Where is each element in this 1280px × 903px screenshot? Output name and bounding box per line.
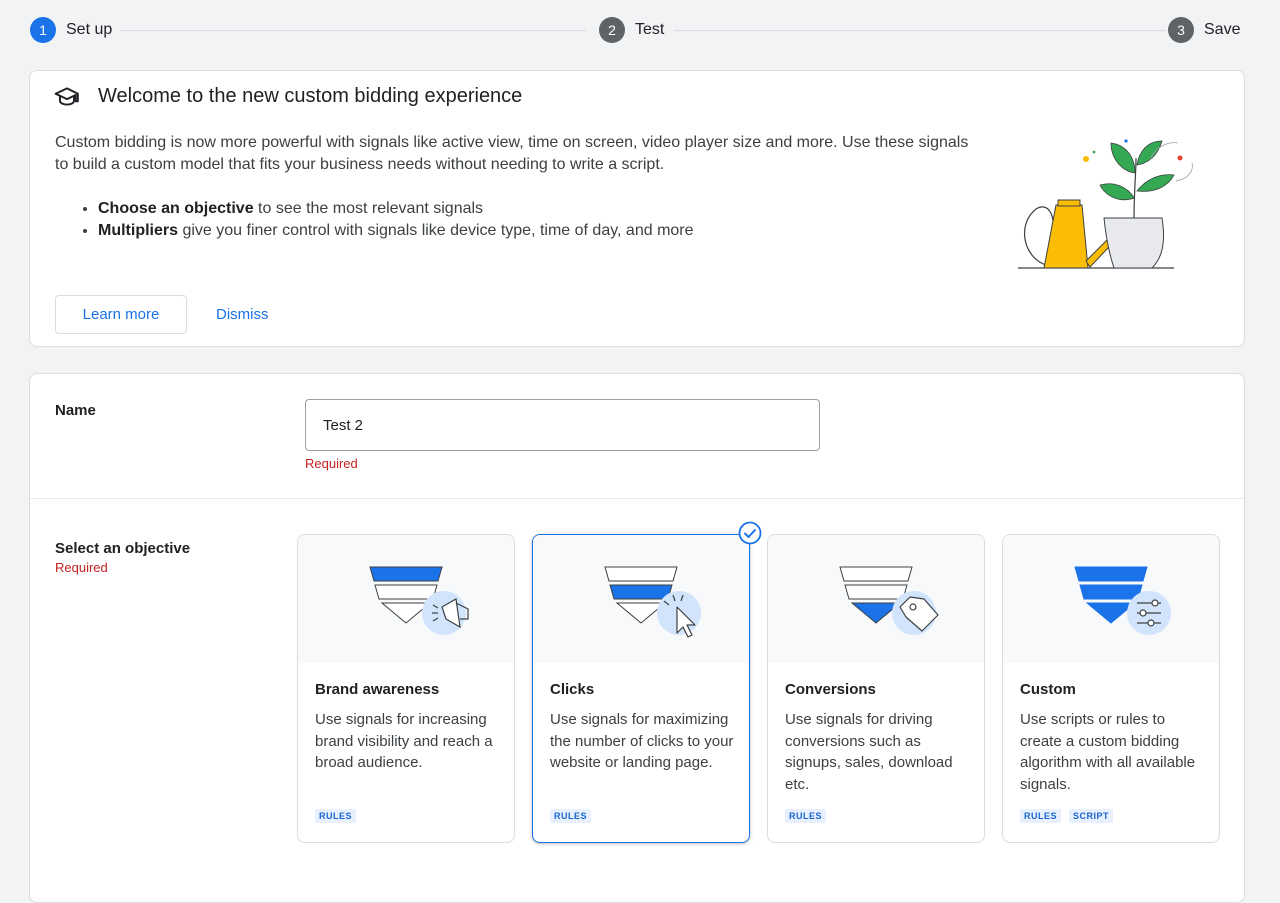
objective-chips: RULES (550, 809, 592, 823)
step-setup[interactable]: 1 Set up (30, 16, 112, 44)
welcome-description: Custom bidding is now more powerful with… (55, 134, 969, 173)
step-label: Set up (66, 21, 113, 38)
step-test[interactable]: 2 Test (599, 16, 664, 44)
objective-description: Use scripts or rules to create a custom … (1020, 711, 1196, 793)
price-tag-icon (839, 566, 939, 635)
graduation-cap-icon (54, 87, 79, 106)
objective-label: Select an objective (55, 540, 191, 557)
step-label: Test (635, 21, 665, 38)
megaphone-icon (369, 566, 469, 635)
form-card: Name Test 2 Required Select an objective… (29, 373, 1245, 903)
rules-chip: RULES (550, 809, 592, 823)
objective-required-text: Required (55, 560, 108, 575)
cursor-click-icon (604, 566, 701, 638)
objective-chips: RULES (785, 809, 827, 823)
step-number: 2 (599, 17, 625, 43)
dismiss-button[interactable]: Dismiss (206, 295, 279, 334)
rules-chip: RULES (1020, 809, 1062, 823)
name-input[interactable]: Test 2 (305, 399, 820, 451)
objective-description: Use signals for maximizing the number of… (550, 711, 734, 771)
sliders-icon (1074, 566, 1171, 635)
objective-chips: RULES (315, 809, 357, 823)
welcome-bullets: Choose an objective to see the most rele… (55, 198, 694, 241)
rules-chip: RULES (785, 809, 827, 823)
learn-more-button[interactable]: Learn more (55, 295, 187, 334)
objective-card-brand-awareness[interactable]: Brand awareness Use signals for increasi… (297, 534, 515, 843)
step-number: 3 (1168, 17, 1194, 43)
stepper-line (674, 30, 1166, 31)
objective-chips: RULES SCRIPT (1020, 809, 1114, 823)
objective-card-conversions[interactable]: Conversions Use signals for driving conv… (767, 534, 985, 843)
step-save[interactable]: 3 Save (1168, 16, 1240, 44)
step-label: Save (1204, 21, 1241, 38)
welcome-card: Welcome to the new custom bidding experi… (29, 70, 1245, 347)
objective-card-custom[interactable]: Custom Use scripts or rules to create a … (1002, 534, 1220, 843)
bullet-item: Choose an objective to see the most rele… (98, 198, 694, 220)
step-number: 1 (30, 17, 56, 43)
objective-illustration (1003, 535, 1219, 663)
bullet-item: Multipliers give you finer control with … (98, 220, 694, 242)
objective-description: Use signals for increasing brand visibil… (315, 711, 493, 771)
plant-watering-can-illustration (1018, 139, 1193, 269)
objective-card-clicks[interactable]: Clicks Use signals for maximizing the nu… (532, 534, 750, 843)
script-chip: SCRIPT (1069, 809, 1114, 823)
objective-title: Brand awareness (315, 681, 440, 698)
check-circle-icon (738, 521, 762, 545)
name-required-text: Required (305, 456, 358, 471)
name-label: Name (55, 402, 96, 419)
objective-title: Custom (1020, 681, 1076, 698)
objective-illustration (298, 535, 514, 663)
stepper: 1 Set up 2 Test 3 Save (30, 16, 1240, 44)
objective-title: Clicks (550, 681, 595, 698)
objective-title: Conversions (785, 681, 876, 698)
objective-illustration (768, 535, 984, 663)
objective-description: Use signals for driving conversions such… (785, 711, 953, 793)
section-divider (30, 498, 1244, 499)
welcome-title: Welcome to the new custom bidding experi… (98, 85, 523, 107)
stepper-line (120, 30, 586, 31)
objective-illustration (533, 535, 749, 663)
rules-chip: RULES (315, 809, 357, 823)
